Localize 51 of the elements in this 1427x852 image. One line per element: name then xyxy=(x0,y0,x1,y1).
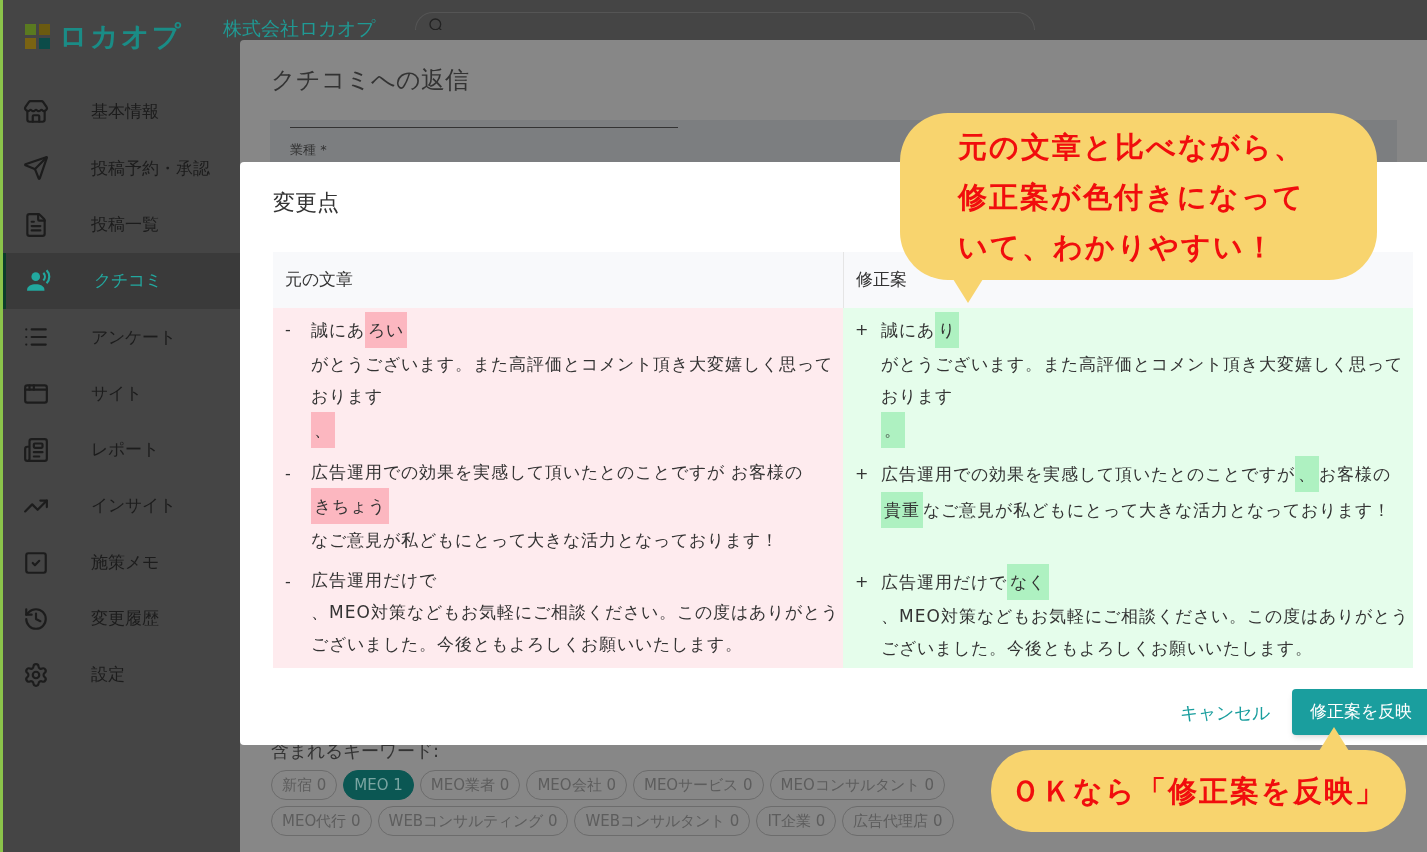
column-header: 元の文章 xyxy=(285,269,353,290)
diff-text: お客様の xyxy=(1319,463,1391,486)
changed-text: きちょう xyxy=(311,488,389,524)
history-icon xyxy=(23,605,49,632)
changed-text: り xyxy=(935,312,959,348)
logo-icon xyxy=(25,24,51,50)
diff-sign: - xyxy=(285,319,292,341)
apply-button[interactable]: 修正案を反映 xyxy=(1292,689,1427,735)
changed-text: 、 xyxy=(311,412,335,448)
send-icon xyxy=(23,155,49,182)
document-icon xyxy=(23,211,49,238)
diff-sign: + xyxy=(855,463,870,485)
field-label: 業種 * xyxy=(290,141,327,159)
dialog-title: クチコミへの返信 xyxy=(270,65,470,96)
diff-text: 広告運用だけで xyxy=(881,571,1007,594)
checkbox-icon xyxy=(23,549,49,576)
diff-sign: + xyxy=(855,319,870,341)
callout-text: ＯＫなら「修正案を反映」 xyxy=(1011,773,1386,810)
changed-text: 貴重 xyxy=(881,492,923,528)
diff-text: がとうございます。また高評価とコメント頂き大変嬉しく思っております xyxy=(881,353,1404,408)
diff-text: 誠にあ xyxy=(881,319,935,342)
search-icon xyxy=(428,17,444,30)
diff-text: がとうございます。また高評価とコメント頂き大変嬉しく思っております xyxy=(311,353,834,408)
logo-text: ロカオプ xyxy=(59,22,183,52)
keyword-chip[interactable]: MEO 1 xyxy=(343,770,414,800)
sidebar-item[interactable]: クチコミ xyxy=(3,252,240,310)
diff-text: 、MEO対策などもお気軽にご相談ください。この度はありがとうございました。今後ともよろしくお願いいたします。 xyxy=(881,605,1409,660)
diff-text: 広告運用だけで xyxy=(311,569,437,592)
settings-icon xyxy=(23,662,49,689)
changed-text: なく xyxy=(1007,564,1049,600)
report-icon xyxy=(23,436,49,463)
diff-sign: - xyxy=(285,463,292,485)
company-name: 株式会社ロカオプ xyxy=(223,18,375,38)
callout-text: いて、わかりやすい！ xyxy=(958,228,1277,266)
diff-text: 誠にあ xyxy=(311,319,365,342)
changed-text: 、 xyxy=(1295,456,1319,492)
changed-text: 。 xyxy=(881,412,905,448)
diff-text: 広告運用での効果を実感して頂いたとのことですが xyxy=(881,463,1295,486)
diff-text: 、MEO対策などもお気軽にご相談ください。この度はありがとうございました。今後ともよろしくお願いいたします。 xyxy=(311,601,839,656)
diff-text: なご意見が私どもにとって大きな活力となっております！ xyxy=(923,499,1391,522)
callout-text: 元の文章と比べながら、 xyxy=(958,128,1306,166)
changed-text: ろい xyxy=(365,312,407,348)
diff-text: なご意見が私どもにとって大きな活力となっております！ xyxy=(311,529,779,552)
diff-sign: + xyxy=(855,571,870,593)
diff-text: 広告運用での効果を実感して頂いたとのことですが お客様の xyxy=(311,461,804,484)
store-icon xyxy=(23,99,49,126)
column-header: 修正案 xyxy=(855,269,907,290)
diff-sign: - xyxy=(285,571,292,593)
callout-text: 修正案が色付きになって xyxy=(958,178,1306,216)
dialog-title: 変更点 xyxy=(273,189,339,217)
cancel-button[interactable]: キャンセル xyxy=(1178,698,1272,726)
